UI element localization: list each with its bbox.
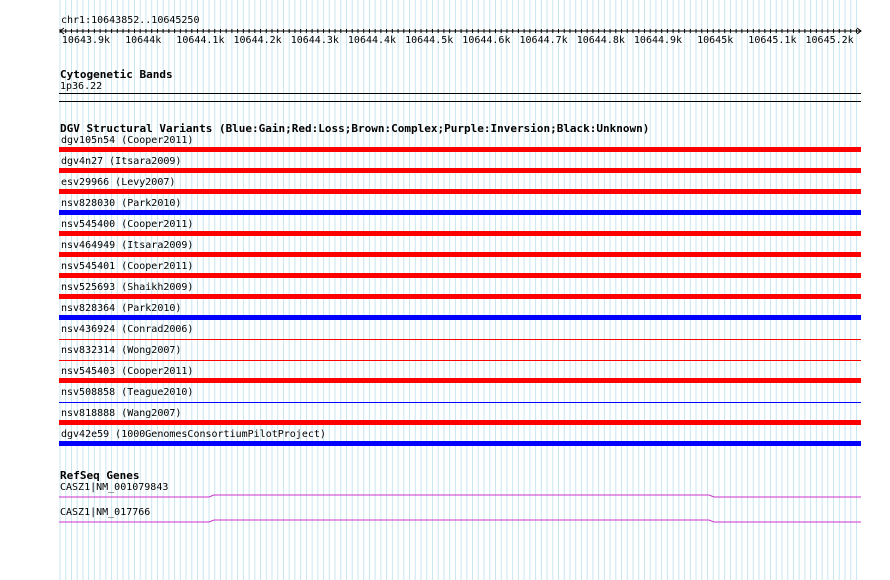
ruler-tick-label: 10644.3k — [290, 35, 339, 46]
variant-bar-loss[interactable] — [59, 360, 861, 361]
refseq-track-title: RefSeq Genes — [60, 469, 140, 482]
variant-label[interactable]: nsv832314 (Wong2007) — [61, 345, 181, 357]
variant-label[interactable]: dgv42e59 (1000GenomesConsortiumPilotProj… — [61, 429, 326, 441]
ruler-tick-label: 10644.7k — [519, 35, 568, 46]
variant-bar-loss[interactable] — [59, 273, 861, 278]
variant-label[interactable]: nsv436924 (Conrad2006) — [61, 324, 193, 336]
ruler-tick-label: 10645.2k — [805, 35, 854, 46]
ruler-tick-label: 10644.1k — [176, 35, 225, 46]
variant-label[interactable]: nsv828364 (Park2010) — [61, 303, 181, 315]
cytoband-label[interactable]: 1p36.22 — [60, 81, 102, 93]
variant-label[interactable]: dgv105n54 (Cooper2011) — [61, 135, 193, 147]
ruler-tick-label: 10643.9k — [61, 35, 111, 46]
variant-bar-loss[interactable] — [59, 420, 861, 425]
variant-label[interactable]: nsv464949 (Itsara2009) — [61, 240, 193, 252]
dgv-track-title: DGV Structural Variants (Blue:Gain;Red:L… — [60, 122, 650, 135]
cytoband-track-title: Cytogenetic Bands — [60, 68, 173, 81]
gene-model[interactable] — [59, 516, 861, 524]
variant-label[interactable]: esv29966 (Levy2007) — [61, 177, 175, 189]
ruler-tick-label: 10645k — [697, 35, 734, 46]
variant-label[interactable]: nsv508858 (Teague2010) — [61, 387, 193, 399]
variant-label[interactable]: dgv4n27 (Itsara2009) — [61, 156, 181, 168]
ruler-tick-label: 10644.6k — [462, 35, 511, 46]
ruler-tick-label: 10644.2k — [233, 35, 282, 46]
ruler-tick-label: 10645.1k — [748, 35, 797, 46]
variant-bar-loss[interactable] — [59, 168, 861, 173]
ruler-tick-label: 10644.9k — [633, 35, 683, 46]
variant-label[interactable]: nsv818888 (Wang2007) — [61, 408, 181, 420]
ruler-tick-label: 10644.4k — [347, 35, 397, 46]
ruler-tick-label: 10644.8k — [576, 35, 625, 46]
variant-bar-gain[interactable] — [59, 441, 861, 446]
variant-label[interactable]: nsv828030 (Park2010) — [61, 198, 181, 210]
variant-label[interactable]: nsv545403 (Cooper2011) — [61, 366, 193, 378]
variant-bar-loss[interactable] — [59, 378, 861, 383]
variant-bar-loss[interactable] — [59, 231, 861, 236]
variant-bar-loss[interactable] — [59, 339, 861, 340]
variant-label[interactable]: nsv525693 (Shaikh2009) — [61, 282, 193, 294]
variant-bar-loss[interactable] — [59, 294, 861, 299]
variant-bar-loss[interactable] — [59, 252, 861, 257]
variant-bar-gain[interactable] — [59, 402, 861, 403]
cytoband-line-top — [59, 93, 861, 94]
gene-model[interactable] — [59, 492, 861, 500]
variant-bar-gain[interactable] — [59, 210, 861, 215]
variant-bar-loss[interactable] — [59, 189, 861, 194]
variant-bar-gain[interactable] — [59, 315, 861, 320]
ruler-tick-label: 10644k — [125, 35, 162, 46]
cytoband-line-bottom — [59, 101, 861, 102]
variant-bar-loss[interactable] — [59, 147, 861, 152]
variant-label[interactable]: nsv545400 (Cooper2011) — [61, 219, 193, 231]
variant-label[interactable]: nsv545401 (Cooper2011) — [61, 261, 193, 273]
ruler-tick-label: 10644.5k — [405, 35, 454, 46]
